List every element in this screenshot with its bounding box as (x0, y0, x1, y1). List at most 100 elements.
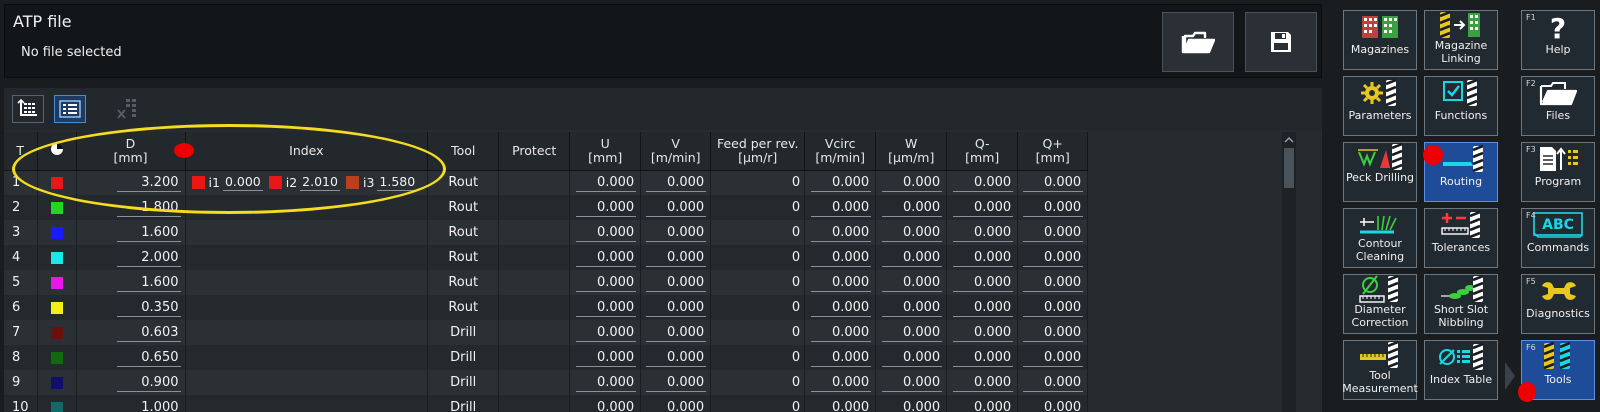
column-header-0[interactable]: T (4, 132, 38, 171)
feed-cell[interactable]: 0 (710, 320, 806, 345)
table-row[interactable]: 1 3.200 i1 0.000 i2 2.010 i3 1.580 Rout 0.000 0.00… (4, 170, 1089, 195)
vcirc-cell[interactable]: 0.000 (804, 395, 877, 412)
tool-type-cell[interactable]: Drill (427, 370, 500, 395)
qm-cell[interactable]: 0.000 (946, 370, 1019, 395)
feed-cell[interactable]: 0 (710, 270, 806, 295)
u-cell[interactable]: 0.000 (569, 270, 642, 295)
qm-cell[interactable]: 0.000 (946, 195, 1019, 220)
protect-cell[interactable] (498, 170, 571, 195)
qp-cell[interactable]: 0.000 (1017, 395, 1089, 412)
diameter-correction-button[interactable]: Diameter Correction (1343, 274, 1417, 334)
w-cell[interactable]: 0.000 (875, 170, 948, 195)
w-cell[interactable]: 0.000 (875, 320, 948, 345)
magazine-linking-button[interactable]: Magazine Linking (1424, 10, 1498, 70)
v-cell[interactable]: 0.000 (640, 345, 712, 370)
tool-number-cell[interactable]: 5 (4, 270, 38, 295)
table-select-button[interactable] (12, 95, 44, 123)
vcirc-cell[interactable]: 0.000 (804, 295, 877, 320)
diameter-cell[interactable]: 0.900 (76, 370, 186, 395)
tool-number-cell[interactable]: 10 (4, 395, 38, 412)
protect-cell[interactable] (498, 395, 571, 412)
tool-measurement-button[interactable]: Tool Measurement (1342, 340, 1418, 400)
magazines-button[interactable]: Magazines (1343, 10, 1417, 70)
tool-number-cell[interactable]: 9 (4, 370, 38, 395)
tool-number-cell[interactable]: 8 (4, 345, 38, 370)
v-cell[interactable]: 0.000 (640, 295, 712, 320)
v-cell[interactable]: 0.000 (640, 170, 712, 195)
vcirc-cell[interactable]: 0.000 (804, 345, 877, 370)
v-cell[interactable]: 0.000 (640, 270, 712, 295)
w-cell[interactable]: 0.000 (875, 245, 948, 270)
protect-cell[interactable] (498, 345, 571, 370)
w-cell[interactable]: 0.000 (875, 370, 948, 395)
v-cell[interactable]: 0.000 (640, 395, 712, 412)
column-header-6[interactable]: U [mm] (569, 132, 642, 171)
index-cell[interactable] (185, 245, 429, 270)
vcirc-cell[interactable]: 0.000 (804, 270, 877, 295)
feed-cell[interactable]: 0 (710, 195, 806, 220)
index-cell[interactable] (185, 370, 429, 395)
tool-color-cell[interactable] (37, 170, 77, 195)
tool-type-cell[interactable]: Rout (427, 295, 500, 320)
qp-cell[interactable]: 0.000 (1017, 220, 1089, 245)
feed-cell[interactable]: 0 (710, 295, 806, 320)
tool-type-cell[interactable]: Rout (427, 195, 500, 220)
table-row[interactable]: 10 1.000 Drill 0.000 0.000 0 0.000 0.000 0.000 0.… (4, 395, 1089, 412)
u-cell[interactable]: 0.000 (569, 195, 642, 220)
tool-type-cell[interactable]: Rout (427, 220, 500, 245)
functions-button[interactable]: Functions (1424, 76, 1498, 136)
tool-type-cell[interactable]: Rout (427, 245, 500, 270)
vcirc-cell[interactable]: 0.000 (804, 245, 877, 270)
qp-cell[interactable]: 0.000 (1017, 320, 1089, 345)
qm-cell[interactable]: 0.000 (946, 170, 1019, 195)
index-cell[interactable] (185, 220, 429, 245)
qp-cell[interactable]: 0.000 (1017, 370, 1089, 395)
qp-cell[interactable]: 0.000 (1017, 195, 1089, 220)
u-cell[interactable]: 0.000 (569, 245, 642, 270)
tool-color-cell[interactable] (37, 395, 77, 412)
tool-color-cell[interactable] (37, 270, 77, 295)
column-header-12[interactable]: Q+ [mm] (1017, 132, 1089, 171)
v-cell[interactable]: 0.000 (640, 370, 712, 395)
feed-cell[interactable]: 0 (710, 395, 806, 412)
column-header-8[interactable]: Feed per rev. [µm/r] (710, 132, 806, 171)
list-view-button[interactable] (54, 95, 86, 123)
column-header-9[interactable]: Vcirc [m/min] (804, 132, 877, 171)
table-row[interactable]: 4 2.000 Rout 0.000 0.000 0 0.000 0.000 0.000 0.00… (4, 245, 1089, 270)
index-table-button[interactable]: Index Table (1424, 340, 1498, 400)
u-cell[interactable]: 0.000 (569, 295, 642, 320)
table-row[interactable]: 6 0.350 Rout 0.000 0.000 0 0.000 0.000 0.000 0.00… (4, 295, 1089, 320)
index-cell[interactable] (185, 195, 429, 220)
tool-number-cell[interactable]: 6 (4, 295, 38, 320)
tool-type-cell[interactable]: Drill (427, 345, 500, 370)
qm-cell[interactable]: 0.000 (946, 245, 1019, 270)
index-cell[interactable] (185, 320, 429, 345)
column-header-7[interactable]: V [m/min] (640, 132, 712, 171)
tool-type-cell[interactable]: Drill (427, 320, 500, 345)
diagnostics-button[interactable]: F5 Diagnostics (1521, 274, 1595, 334)
help-button[interactable]: F1? Help (1521, 10, 1595, 70)
tool-number-cell[interactable]: 1 (4, 170, 38, 195)
qm-cell[interactable]: 0.000 (946, 295, 1019, 320)
vcirc-cell[interactable]: 0.000 (804, 370, 877, 395)
u-cell[interactable]: 0.000 (569, 370, 642, 395)
open-file-button[interactable] (1162, 12, 1234, 72)
qp-cell[interactable]: 0.000 (1017, 345, 1089, 370)
u-cell[interactable]: 0.000 (569, 320, 642, 345)
index-cell[interactable] (185, 295, 429, 320)
tool-color-cell[interactable] (37, 220, 77, 245)
protect-cell[interactable] (498, 270, 571, 295)
column-header-1[interactable] (37, 132, 77, 171)
qm-cell[interactable]: 0.000 (946, 220, 1019, 245)
delete-grid-button[interactable] (112, 95, 144, 123)
tool-number-cell[interactable]: 3 (4, 220, 38, 245)
qm-cell[interactable]: 0.000 (946, 345, 1019, 370)
vcirc-cell[interactable]: 0.000 (804, 195, 877, 220)
v-cell[interactable]: 0.000 (640, 245, 712, 270)
tool-color-cell[interactable] (37, 295, 77, 320)
diameter-cell[interactable]: 1.600 (76, 270, 186, 295)
table-row[interactable]: 8 0.650 Drill 0.000 0.000 0 0.000 0.000 0.000 0.0… (4, 345, 1089, 370)
feed-cell[interactable]: 0 (710, 220, 806, 245)
u-cell[interactable]: 0.000 (569, 170, 642, 195)
index-cell[interactable] (185, 345, 429, 370)
